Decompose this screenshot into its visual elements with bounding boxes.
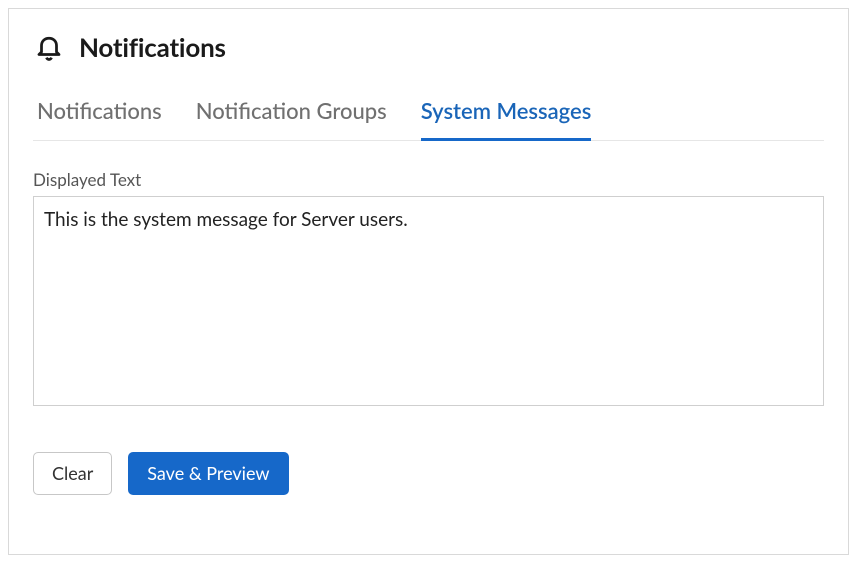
page-title: Notifications (79, 31, 226, 63)
clear-button[interactable]: Clear (33, 452, 112, 495)
panel-header: Notifications (33, 31, 824, 63)
bell-icon (33, 31, 65, 63)
displayed-text-label: Displayed Text (33, 169, 824, 190)
save-preview-button[interactable]: Save & Preview (128, 452, 288, 495)
tab-system-messages[interactable]: System Messages (421, 97, 592, 141)
notifications-panel: Notifications Notifications Notification… (8, 8, 849, 555)
tabs-bar: Notifications Notification Groups System… (33, 97, 824, 141)
actions-bar: Clear Save & Preview (33, 452, 824, 495)
tab-notification-groups[interactable]: Notification Groups (196, 97, 387, 141)
displayed-text-input[interactable] (33, 196, 824, 406)
tab-notifications[interactable]: Notifications (37, 97, 162, 141)
